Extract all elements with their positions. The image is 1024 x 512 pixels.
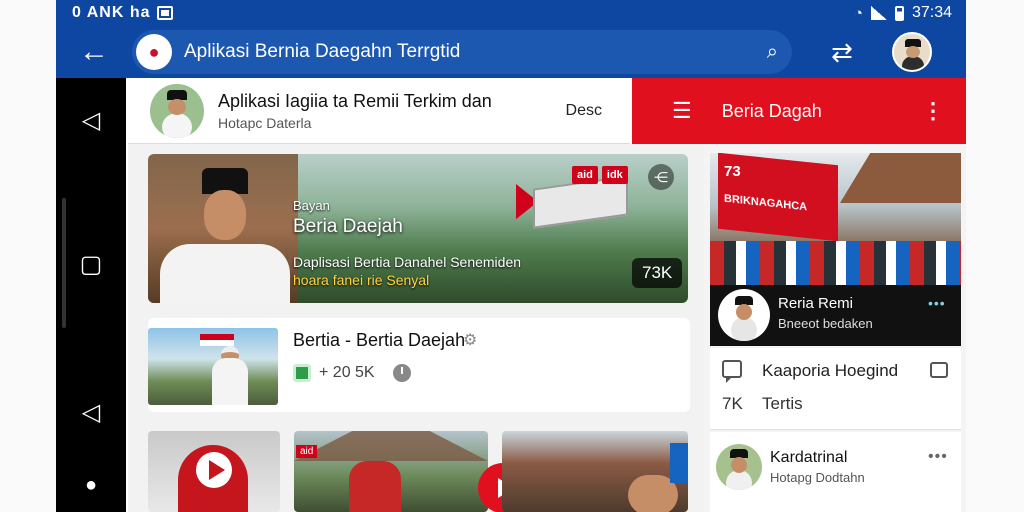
banner-number: 73 xyxy=(724,163,741,180)
item-title: Bertia - Bertia Daejah xyxy=(293,330,466,350)
nav-rail: ◁ ▢ ◁ ● xyxy=(56,78,126,512)
search-icon[interactable]: ⌕ xyxy=(767,41,778,64)
hero-badge: aid xyxy=(572,166,598,184)
signal-icon xyxy=(870,6,887,20)
host-subtitle: Bneeot bedaken xyxy=(778,316,873,331)
video-tag: aid xyxy=(296,445,318,458)
host-avatar xyxy=(718,289,770,341)
status-bar: 0 ANK ha ◔ 37:34 xyxy=(56,0,966,26)
more-icon[interactable]: ••• xyxy=(928,295,946,311)
hero-share-icon[interactable]: ⋲ xyxy=(648,164,674,190)
notification-icon xyxy=(156,6,173,20)
nav-back-icon[interactable]: ◁ xyxy=(56,106,126,135)
video-thumbnail[interactable] xyxy=(148,431,280,512)
news-item[interactable]: Bertia - Bertia Daejah ⚙ + 20 5K xyxy=(148,318,690,412)
status-text: 0 ANK ha xyxy=(72,4,151,21)
user-avatar[interactable] xyxy=(892,32,932,72)
hero-badge: idk xyxy=(601,166,628,184)
nav-person-icon[interactable]: ● xyxy=(56,474,126,497)
comment-title: Kaaporia Hoegind xyxy=(762,361,899,380)
side-hero-image[interactable]: 73 BRIKNAGAHCA xyxy=(710,153,961,285)
comment-section[interactable]: Kaaporia Hoegind 7K Tertis xyxy=(710,348,961,430)
nav-home-icon[interactable]: ▢ xyxy=(56,250,126,279)
reply-icon[interactable] xyxy=(930,362,948,378)
channel-subtitle: Hotapc Daterla xyxy=(218,114,312,131)
settings-icon[interactable]: ⚙ xyxy=(463,330,477,350)
wifi-icon: ◔ xyxy=(853,4,863,22)
list-name: Kardatrinal xyxy=(770,449,848,466)
hero-card[interactable]: aid idk ⋲ Bayan Beria Daejah Daplisasi B… xyxy=(148,154,688,303)
share-icon[interactable]: ⇄ xyxy=(792,26,892,78)
comment-label: Tertis xyxy=(762,394,803,413)
status-badge-icon xyxy=(293,364,311,382)
left-margin xyxy=(0,0,56,512)
hero-description-2: hoara fanei rie Senyal xyxy=(293,272,430,288)
hero-photo xyxy=(158,164,290,303)
channel-avatar xyxy=(150,83,204,138)
hero-kicker: Bayan xyxy=(293,198,330,213)
comment-count: 7K xyxy=(722,394,743,413)
list-subtitle: Hotapg Dodtahn xyxy=(770,470,865,485)
right-margin xyxy=(966,0,1024,512)
app-logo-icon: ● xyxy=(136,34,172,70)
more-vert-icon[interactable]: ⋮ xyxy=(922,98,944,124)
item-meta-count: + 20 5K xyxy=(319,364,375,381)
hero-description: Daplisasi Bertia Danahel Senemiden xyxy=(293,254,522,270)
clock-icon xyxy=(392,364,411,382)
list-avatar xyxy=(716,444,762,490)
video-thumbnail[interactable] xyxy=(502,431,688,512)
menu-icon[interactable]: ☰ xyxy=(672,98,692,124)
more-icon[interactable]: ••• xyxy=(928,448,948,466)
app-bar: ← ● Aplikasi Bernia Daegahn Terrgtid ⌕ ⇄ xyxy=(56,26,966,78)
video-tag xyxy=(670,443,688,483)
status-time: 37:34 xyxy=(911,4,952,21)
comment-icon[interactable] xyxy=(722,360,742,383)
nav-back-icon-2[interactable]: ◁ xyxy=(56,398,126,427)
video-thumbnail[interactable]: aid xyxy=(294,431,488,512)
list-item[interactable]: Kardatrinal Hotapg Dodtahn ••• xyxy=(710,432,961,512)
battery-icon xyxy=(894,5,904,21)
channel-card[interactable]: Aplikasi Iagiia ta Remii Terkim dan Hota… xyxy=(128,78,630,144)
back-arrow-icon[interactable]: ← xyxy=(56,26,132,78)
hero-title: Beria Daejah xyxy=(293,216,403,237)
section-title: Beria Dagah xyxy=(721,100,822,121)
search-bar[interactable]: ● Aplikasi Bernia Daegahn Terrgtid ⌕ xyxy=(132,30,792,74)
channel-title: Aplikasi Iagiia ta Remii Terkim dan xyxy=(218,90,492,111)
view-count: 73K xyxy=(632,258,683,288)
host-name: Reria Remi xyxy=(778,295,854,312)
app-title: Aplikasi Bernia Daegahn Terrgtid xyxy=(184,41,461,62)
play-icon[interactable] xyxy=(189,445,239,495)
desc-link[interactable]: Desc xyxy=(566,102,602,120)
item-thumbnail xyxy=(148,328,278,405)
host-bar[interactable]: Reria Remi Bneeot bedaken ••• xyxy=(710,285,961,346)
section-header: ☰ Beria Dagah ⋮ xyxy=(632,78,966,144)
